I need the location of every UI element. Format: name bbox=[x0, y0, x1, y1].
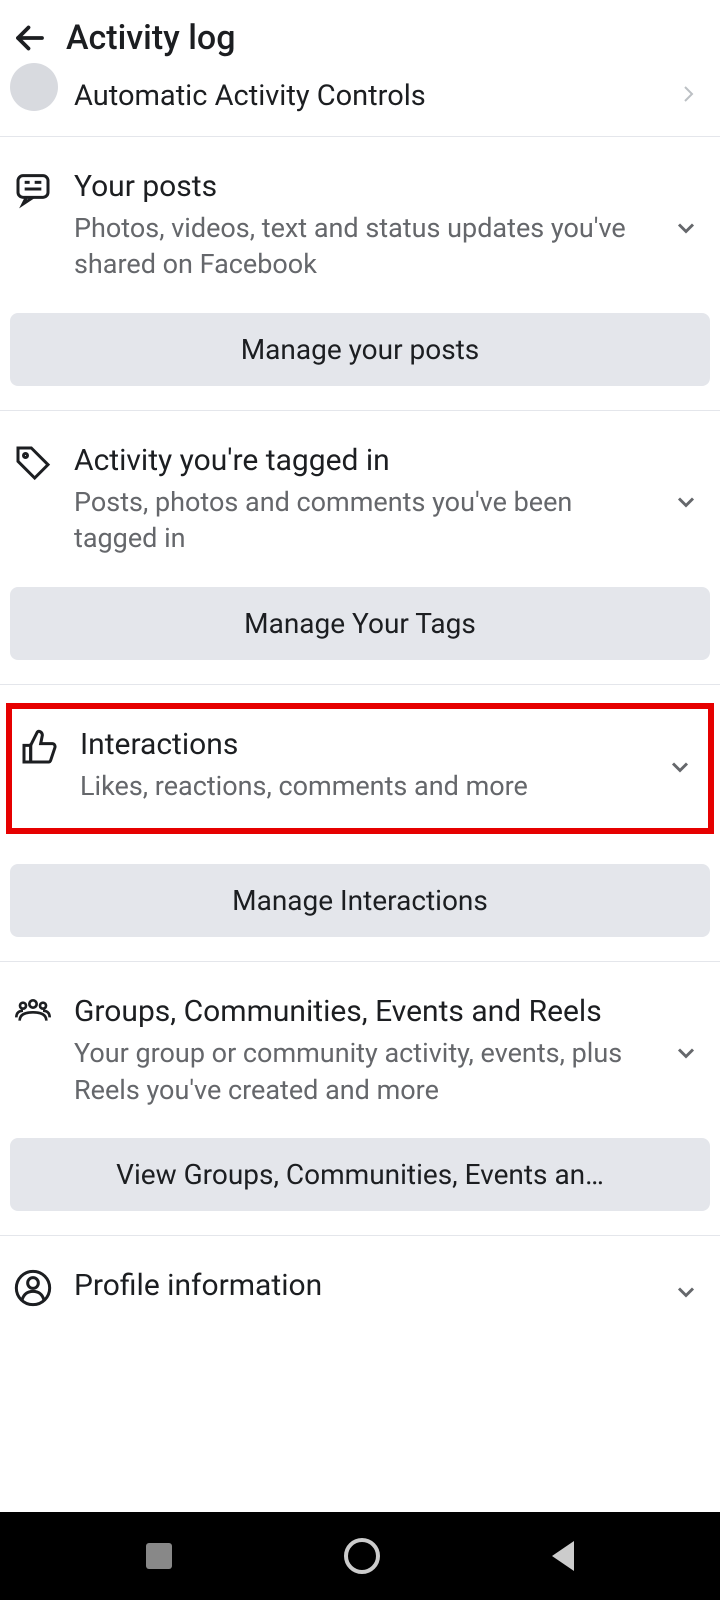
row-tagged[interactable]: Activity you're tagged in Posts, photos … bbox=[0, 411, 720, 557]
posts-content: Your posts Photos, videos, text and stat… bbox=[74, 167, 654, 283]
row-groups[interactable]: Groups, Communities, Events and Reels Yo… bbox=[0, 962, 720, 1108]
chevron-down-icon bbox=[672, 488, 700, 520]
profile-title: Profile information bbox=[74, 1266, 654, 1305]
arrow-left-icon bbox=[12, 20, 48, 56]
groups-content: Groups, Communities, Events and Reels Yo… bbox=[74, 992, 654, 1108]
interactions-content: Interactions Likes, reactions, comments … bbox=[80, 725, 648, 804]
chevron-down-icon bbox=[672, 1039, 700, 1071]
chevron-right-icon bbox=[676, 74, 700, 118]
android-nav-bar bbox=[0, 1512, 720, 1600]
groups-title: Groups, Communities, Events and Reels bbox=[74, 992, 654, 1031]
tagged-content: Activity you're tagged in Posts, photos … bbox=[74, 441, 654, 557]
page-title: Activity log bbox=[66, 18, 235, 58]
posts-title: Your posts bbox=[74, 167, 654, 206]
manage-posts-button[interactable]: Manage your posts bbox=[10, 313, 710, 386]
nav-back-button[interactable] bbox=[552, 1541, 574, 1571]
section-automatic-controls[interactable]: Automatic Activity Controls bbox=[0, 76, 720, 137]
view-groups-button[interactable]: View Groups, Communities, Events an… bbox=[10, 1138, 710, 1211]
manage-tags-button[interactable]: Manage Your Tags bbox=[10, 587, 710, 660]
posts-icon bbox=[10, 167, 56, 213]
section-your-posts: Your posts Photos, videos, text and stat… bbox=[0, 137, 720, 411]
nav-recent-button[interactable] bbox=[146, 1543, 172, 1569]
section-interactions: Interactions Likes, reactions, comments … bbox=[0, 703, 720, 962]
section-groups: Groups, Communities, Events and Reels Yo… bbox=[0, 962, 720, 1236]
header: Activity log bbox=[0, 0, 720, 76]
highlighted-interactions: Interactions Likes, reactions, comments … bbox=[6, 703, 714, 834]
row-profile[interactable]: Profile information bbox=[0, 1236, 720, 1312]
posts-subtitle: Photos, videos, text and status updates … bbox=[74, 210, 654, 283]
interactions-title: Interactions bbox=[80, 725, 648, 764]
chevron-down-icon bbox=[672, 1278, 700, 1310]
back-button[interactable] bbox=[12, 20, 48, 56]
groups-subtitle: Your group or community activity, events… bbox=[74, 1035, 654, 1108]
person-icon bbox=[10, 1266, 56, 1312]
section-profile: Profile information bbox=[0, 1236, 720, 1336]
chevron-down-icon bbox=[666, 753, 694, 785]
profile-content: Profile information bbox=[74, 1266, 654, 1309]
manage-interactions-button[interactable]: Manage Interactions bbox=[10, 864, 710, 937]
tagged-title: Activity you're tagged in bbox=[74, 441, 654, 480]
people-icon bbox=[10, 992, 56, 1038]
nav-home-button[interactable] bbox=[344, 1538, 380, 1574]
interactions-subtitle: Likes, reactions, comments and more bbox=[80, 768, 648, 804]
row-your-posts[interactable]: Your posts Photos, videos, text and stat… bbox=[0, 137, 720, 283]
like-icon bbox=[16, 725, 62, 771]
chevron-down-icon bbox=[672, 214, 700, 246]
tag-icon bbox=[10, 441, 56, 487]
automatic-controls-title: Automatic Activity Controls bbox=[74, 79, 676, 113]
automatic-controls-icon bbox=[10, 63, 58, 111]
row-interactions[interactable]: Interactions Likes, reactions, comments … bbox=[16, 725, 694, 804]
section-tagged: Activity you're tagged in Posts, photos … bbox=[0, 411, 720, 685]
tagged-subtitle: Posts, photos and comments you've been t… bbox=[74, 484, 654, 557]
